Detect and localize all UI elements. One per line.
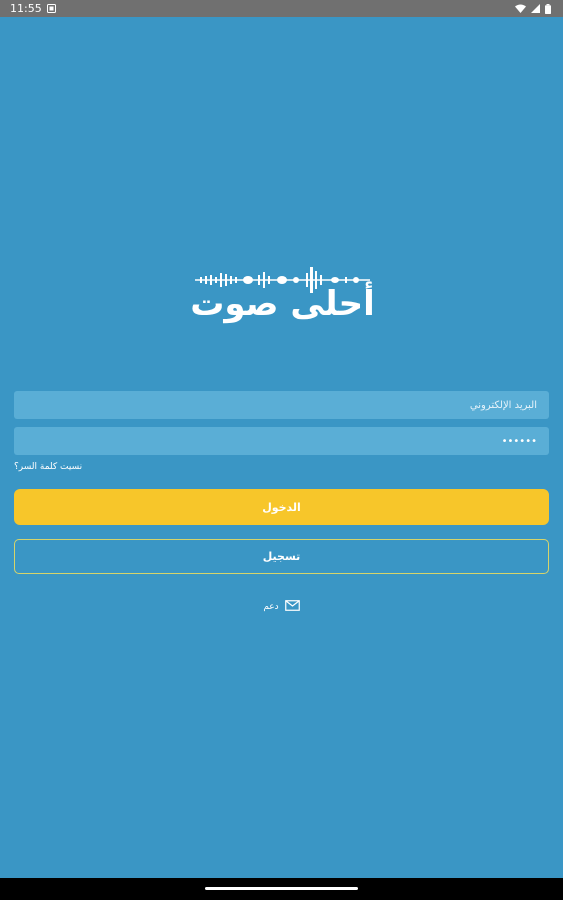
login-button[interactable]: الدخول: [14, 489, 549, 525]
status-time: 11:55: [10, 2, 42, 15]
mail-icon: [284, 600, 300, 614]
status-bar: 11:55: [0, 0, 563, 17]
navigation-bar: [0, 878, 563, 900]
notification-icon: [46, 4, 56, 13]
status-left: 11:55: [10, 2, 56, 15]
login-screen: 11:55 أحلى صوت البريد الإلكتروني •••••• …: [0, 0, 563, 900]
signal-icon: [531, 4, 540, 13]
register-button[interactable]: تسجيل: [14, 539, 549, 574]
home-gesture-handle[interactable]: [205, 887, 358, 890]
support-link[interactable]: دعم: [0, 600, 563, 614]
app-logo: أحلى صوت: [190, 265, 375, 330]
email-field[interactable]: [14, 391, 549, 419]
wifi-icon: [515, 4, 526, 13]
email-input[interactable]: [24, 398, 539, 412]
password-input[interactable]: [24, 434, 539, 448]
password-field[interactable]: [14, 427, 549, 455]
support-label: دعم: [263, 602, 279, 612]
battery-icon: [545, 3, 551, 14]
logo-text: أحلى صوت: [190, 284, 375, 324]
status-right: [515, 3, 551, 14]
forgot-password-link[interactable]: نسيت كلمة السر؟: [14, 462, 82, 472]
